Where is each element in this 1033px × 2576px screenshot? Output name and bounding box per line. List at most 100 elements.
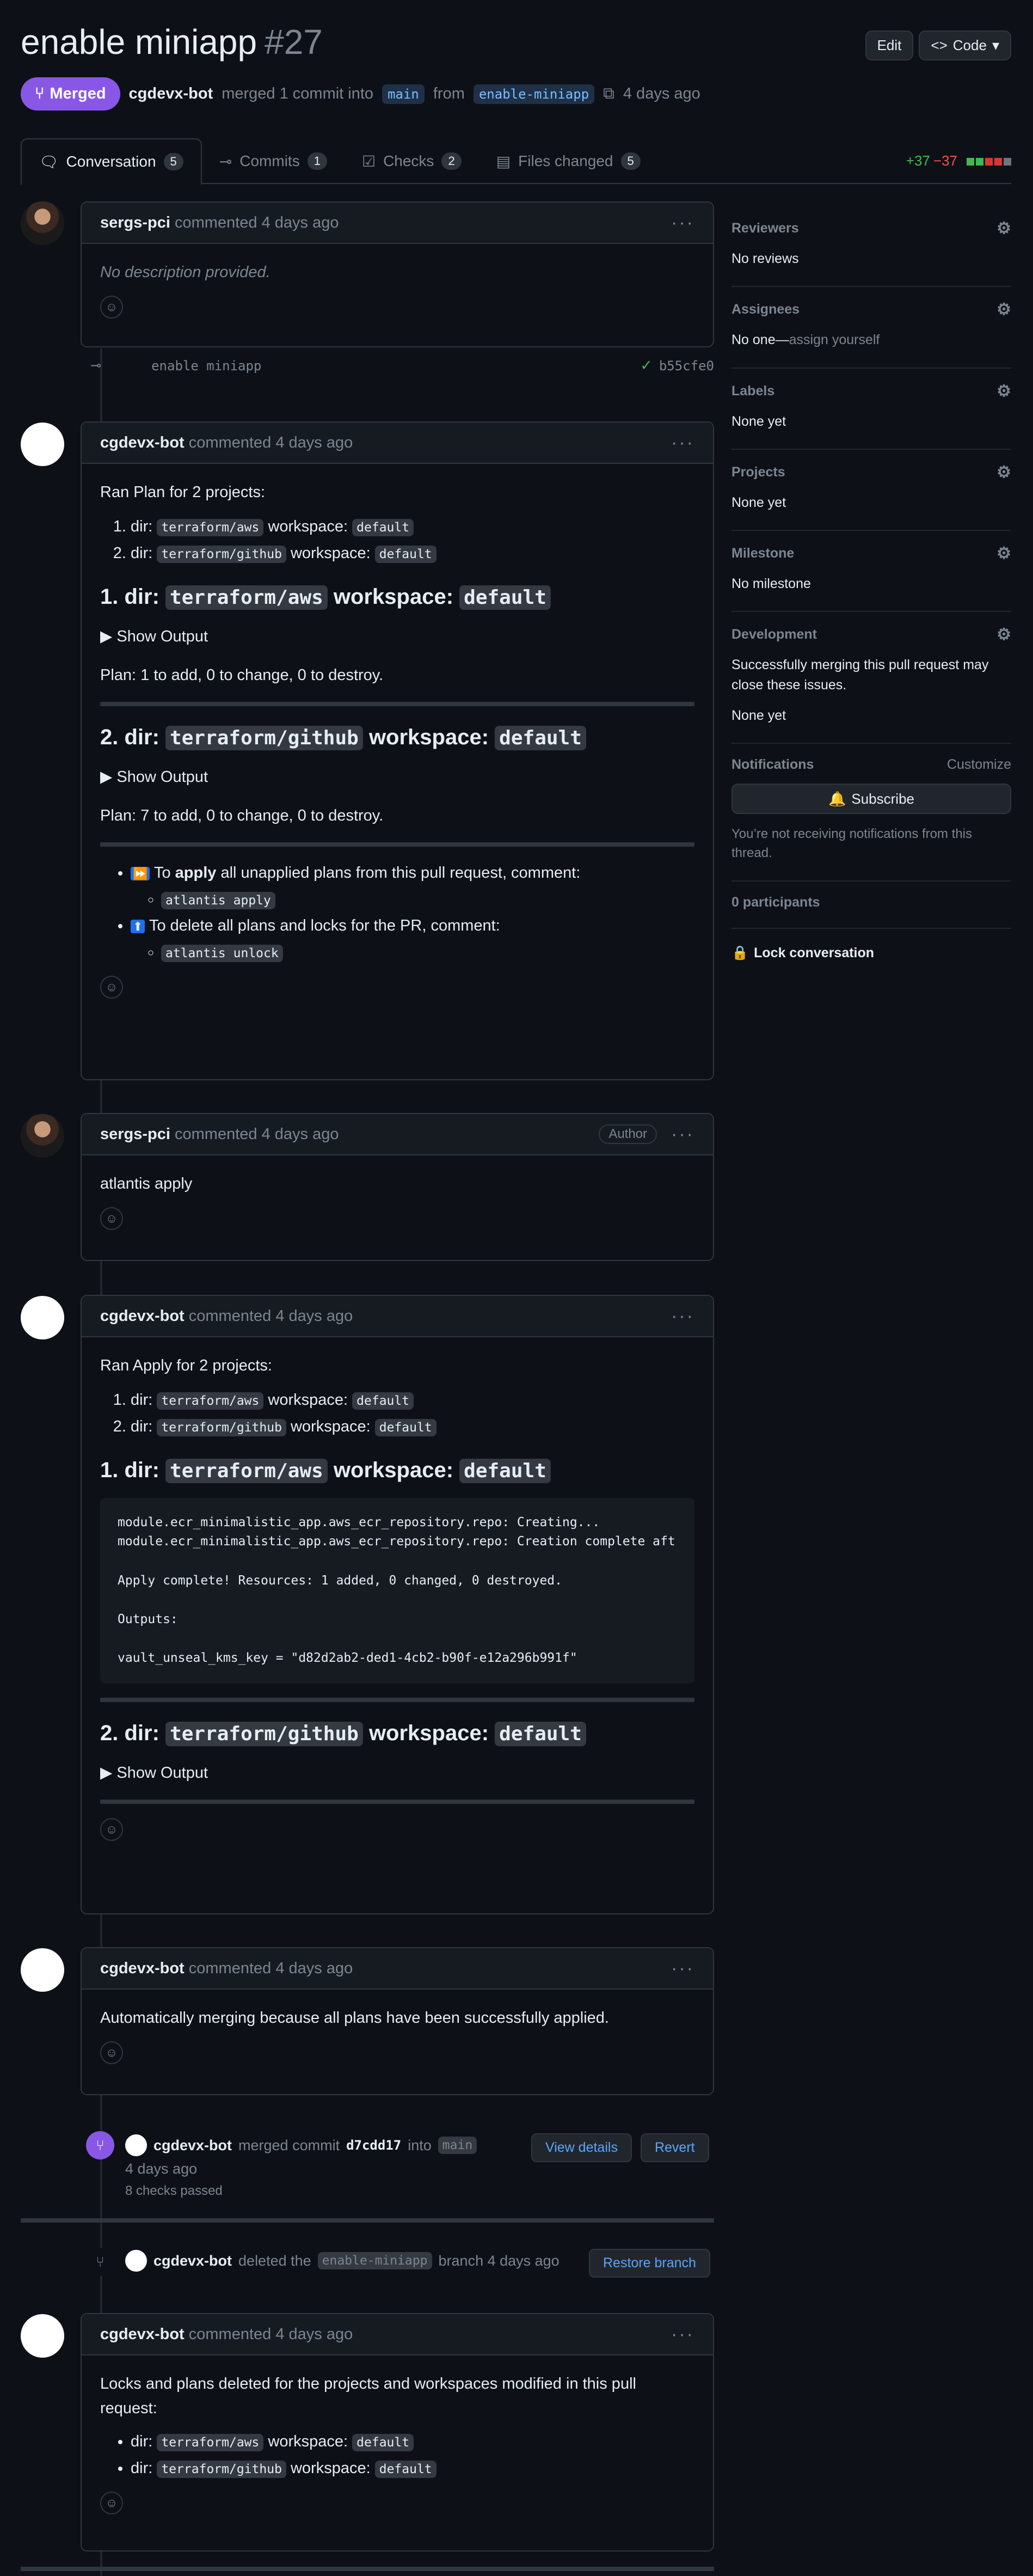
lock-conversation[interactable]: 🔒 Lock conversation — [731, 929, 1011, 977]
base-branch[interactable]: main — [438, 2137, 477, 2154]
kebab-menu-icon[interactable]: ··· — [671, 212, 694, 234]
deletions: −37 — [933, 152, 957, 169]
list-item: dir: terraform/github workspace: default — [131, 541, 694, 566]
list-item: dir: terraform/github workspace: default — [131, 2456, 694, 2481]
sidebar-notifications: Notifications Customize 🔔 Subscribe You’re… — [731, 744, 1011, 882]
gear-icon[interactable]: ⚙ — [997, 300, 1011, 319]
view-details-button[interactable]: View details — [531, 2133, 632, 2162]
comment-author[interactable]: sergs-pci — [100, 1125, 170, 1143]
kebab-menu-icon[interactable]: ··· — [671, 1124, 694, 1145]
avatar[interactable] — [125, 2250, 147, 2272]
avatar[interactable] — [21, 1114, 64, 1158]
avatar[interactable] — [21, 2314, 64, 2358]
smiley-icon[interactable]: ☺ — [100, 976, 123, 999]
kebab-menu-icon[interactable]: ··· — [671, 2324, 694, 2345]
show-output-toggle[interactable]: ▶ Show Output — [100, 765, 694, 790]
edit-button[interactable]: Edit — [865, 30, 914, 60]
subscribe-button[interactable]: 🔔 Subscribe — [731, 784, 1011, 814]
sidebar-value: None yet — [731, 494, 786, 510]
avatar[interactable] — [21, 201, 64, 245]
comment-body: Locks and plans deleted for the projects… — [82, 2355, 713, 2531]
gear-icon[interactable]: ⚙ — [997, 463, 1011, 482]
kebab-menu-icon[interactable]: ··· — [671, 432, 694, 454]
comment-author[interactable]: cgdevx-bot — [100, 1307, 185, 1325]
sidebar-title[interactable]: Labels — [731, 383, 774, 399]
sidebar-title[interactable]: Assignees — [731, 302, 800, 317]
copy-icon[interactable]: ⧉ — [603, 85, 614, 103]
sidebar-development: Development ⚙ Successfully merging this p… — [731, 612, 1011, 744]
revert-button[interactable]: Revert — [640, 2133, 709, 2162]
list-item: ⬆ To delete all plans and locks for the … — [131, 914, 694, 965]
assign-yourself-link[interactable]: assign yourself — [789, 332, 880, 347]
sidebar-value: No milestone — [731, 576, 811, 591]
comment-author[interactable]: cgdevx-bot — [100, 2326, 185, 2344]
gear-icon[interactable]: ⚙ — [997, 382, 1011, 401]
smiley-icon[interactable]: ☺ — [100, 2491, 123, 2514]
pr-time: 4 days ago — [623, 85, 700, 102]
show-output-toggle[interactable]: ▶ Show Output — [100, 625, 694, 649]
smiley-icon[interactable]: ☺ — [100, 1818, 123, 1841]
pr-title: enable miniapp #27 — [21, 22, 323, 62]
comment-author[interactable]: cgdevx-bot — [100, 434, 185, 452]
avatar[interactable] — [125, 2134, 147, 2156]
event-author[interactable]: cgdevx-bot — [153, 2137, 232, 2154]
comment-time[interactable]: 4 days ago — [262, 1125, 339, 1143]
sidebar-title[interactable]: Development — [731, 627, 817, 643]
head-branch[interactable]: enable-miniapp — [473, 84, 595, 104]
comment-card: sergs-pci commented 4 days ago Author ··… — [81, 1113, 714, 1261]
comment-time[interactable]: 4 days ago — [275, 2326, 353, 2344]
commit-sha[interactable]: b55cfe0 — [659, 358, 714, 374]
kebab-menu-icon[interactable]: ··· — [671, 1958, 694, 1979]
sidebar-title[interactable]: Milestone — [731, 546, 794, 561]
code-button[interactable]: <> Code ▾ — [919, 30, 1011, 60]
comment-time[interactable]: 4 days ago — [275, 434, 353, 452]
avatar[interactable] — [21, 1296, 64, 1339]
customize-link[interactable]: Customize — [947, 757, 1011, 773]
avatar[interactable] — [21, 1948, 64, 1992]
base-branch[interactable]: main — [382, 84, 425, 104]
sidebar-reviewers: Reviewers ⚙ No reviews — [731, 206, 1011, 287]
pr-author[interactable]: cgdevx-bot — [129, 85, 213, 103]
comment-time[interactable]: 4 days ago — [262, 214, 339, 232]
tab-conversation[interactable]: 🗨 Conversation 5 — [21, 138, 202, 185]
notification-note: You’re not receiving notifications from … — [731, 827, 973, 860]
tab-counter: 5 — [620, 152, 641, 170]
sidebar-title[interactable]: Reviewers — [731, 221, 799, 236]
smiley-icon[interactable]: ☺ — [100, 1207, 123, 1230]
show-output-toggle[interactable]: ▶ Show Output — [100, 1761, 694, 1785]
pr-tabs: 🗨 Conversation 5 ⊸ Commits 1 ☑ Checks 2 ▤ Files… — [21, 138, 1011, 185]
additions: +37 — [906, 152, 930, 169]
comment-author[interactable]: cgdevx-bot — [100, 1960, 185, 1978]
tab-files-changed[interactable]: ▤ Files changed 5 — [479, 138, 658, 184]
list-item: dir: terraform/aws workspace: default — [131, 1388, 694, 1412]
checks-summary[interactable]: 8 checks passed — [125, 2183, 223, 2199]
comment-body: Ran Plan for 2 projects: dir: terraform/… — [82, 464, 713, 1015]
tab-checks[interactable]: ☑ Checks 2 — [345, 138, 479, 184]
commit-event: ⊸ enable miniapp ✓ b55cfe0 — [90, 357, 714, 374]
comment-time[interactable]: 4 days ago — [275, 1960, 353, 1978]
sidebar-title: Notifications — [731, 757, 814, 772]
merge-commit-sha[interactable]: d7cdd17 — [346, 2138, 401, 2153]
kebab-menu-icon[interactable]: ··· — [671, 1306, 694, 1327]
branch-icon: ⑂ — [86, 2248, 114, 2276]
gear-icon[interactable]: ⚙ — [997, 625, 1011, 644]
merge-time: 4 days ago — [125, 2161, 198, 2177]
smiley-icon[interactable]: ☺ — [100, 295, 123, 319]
gear-icon[interactable]: ⚙ — [997, 219, 1011, 238]
avatar[interactable] — [21, 423, 64, 466]
event-author[interactable]: cgdevx-bot — [153, 2253, 232, 2269]
tab-commits[interactable]: ⊸ Commits 1 — [202, 138, 345, 184]
sidebar-title[interactable]: Projects — [731, 464, 785, 480]
comment-time[interactable]: 4 days ago — [275, 1307, 353, 1325]
comment-author[interactable]: sergs-pci — [100, 214, 170, 232]
smiley-icon[interactable]: ☺ — [100, 2041, 123, 2064]
sidebar-participants: 0 participants — [731, 882, 1011, 929]
code-block: module.ecr_minimalistic_app.aws_ecr_repo… — [100, 1497, 694, 1684]
merge-icon: ⑂ — [86, 2131, 114, 2159]
file-diff-icon: ▤ — [496, 152, 511, 170]
gear-icon[interactable]: ⚙ — [997, 544, 1011, 563]
merge-icon: ⑂ — [35, 85, 45, 102]
commit-message[interactable]: enable miniapp — [151, 358, 261, 374]
sidebar-value: None yet — [731, 707, 786, 723]
restore-branch-button[interactable]: Restore branch — [589, 2249, 710, 2278]
